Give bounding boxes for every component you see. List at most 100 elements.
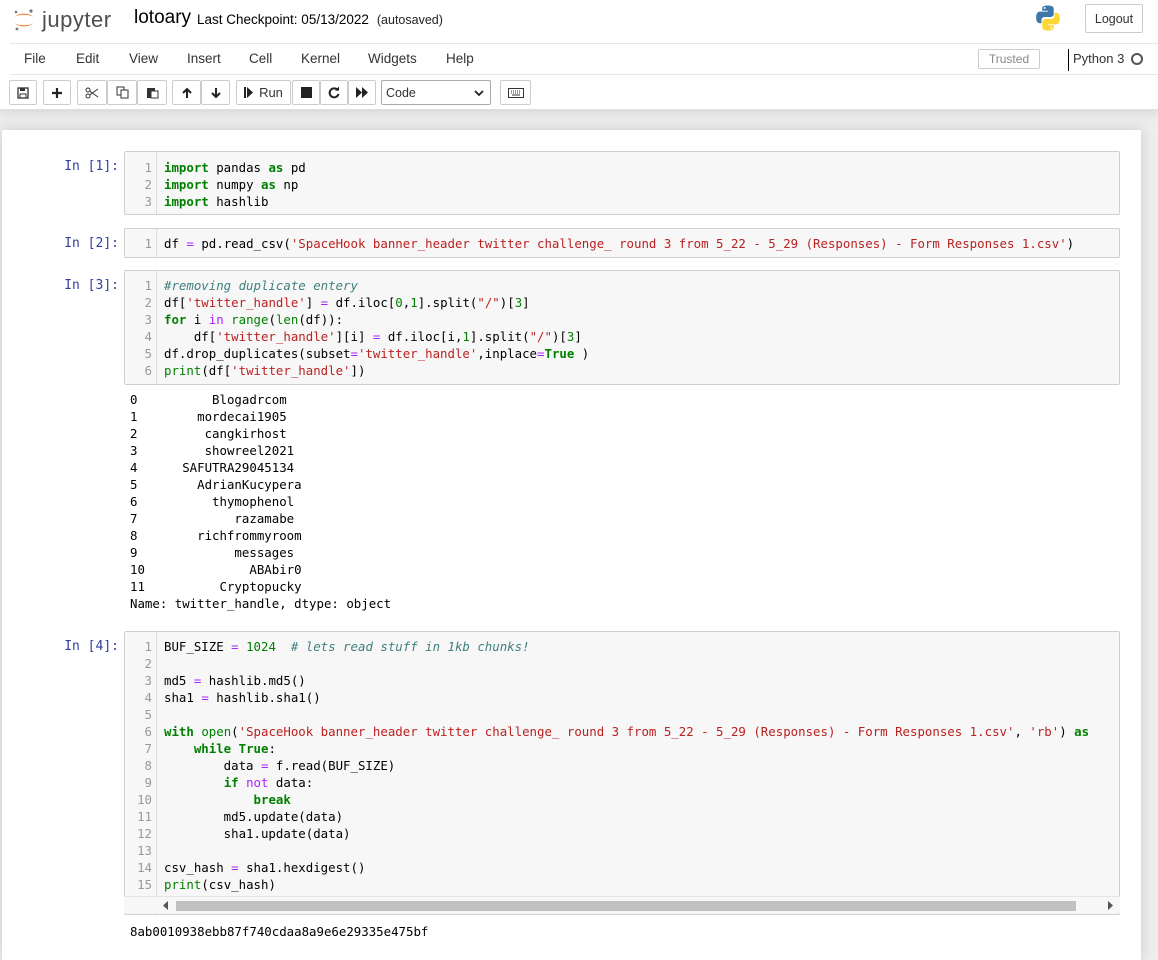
scroll-left-icon[interactable] — [162, 901, 170, 910]
step-forward-icon — [244, 87, 254, 98]
code-line: 7 while True: — [144, 741, 276, 756]
checkpoint-status: Last Checkpoint: 05/13/2022 (autosaved) — [197, 12, 443, 27]
code-line: 2 import numpy as np — [144, 177, 299, 192]
code-editor[interactable]: 1 BUF_SIZE = 1024 # lets read stuff in 1k… — [124, 631, 1120, 915]
logout-button[interactable]: Logout — [1085, 4, 1143, 33]
output-line: 7 razamabe — [130, 511, 295, 526]
code-line: 5 — [144, 707, 152, 722]
keyboard-icon — [507, 87, 524, 98]
output-line: 5 AdrianKucypera — [130, 477, 302, 492]
menubar: File Edit View Insert Cell Kernel Widget… — [10, 43, 1158, 75]
kernel-name[interactable]: Python 3 — [1068, 49, 1124, 71]
code-line: 1 df = pd.read_csv('SpaceHook banner_head… — [144, 236, 1075, 251]
cut-icon — [85, 87, 99, 98]
python-logo-icon — [1036, 5, 1060, 31]
restart-run-all-button[interactable] — [348, 80, 376, 105]
copy-button[interactable] — [107, 80, 137, 105]
autosave-status: (autosaved) — [376, 13, 443, 27]
menu-kernel[interactable]: Kernel — [301, 51, 340, 66]
toolbar: Run Code — [0, 80, 1158, 108]
output-line: 9 messages — [130, 545, 295, 560]
output-line: 2 cangkirhost — [130, 426, 287, 441]
code-line: 9 if not data: — [144, 775, 314, 790]
menu-edit[interactable]: Edit — [76, 51, 99, 66]
save-button[interactable] — [9, 80, 37, 105]
menu-help[interactable]: Help — [446, 51, 474, 66]
code-line: 3 md5 = hashlib.md5() — [144, 673, 306, 688]
code-line: 2 df['twitter_handle'] = df.iloc[0,1].spl… — [144, 295, 530, 310]
run-label: Run — [259, 85, 283, 100]
code-line: 5 df.drop_duplicates(subset='twitter_hand… — [144, 346, 590, 361]
arrow-down-icon — [210, 87, 221, 98]
code-editor[interactable]: 1 import pandas as pd 2 import numpy as np… — [124, 151, 1120, 215]
arrow-up-icon — [181, 87, 192, 98]
move-down-button[interactable] — [201, 80, 230, 105]
code-line: 8 data = f.read(BUF_SIZE) — [144, 758, 396, 773]
code-line: 12 sha1.update(data) — [137, 826, 351, 841]
menu-insert[interactable]: Insert — [187, 51, 221, 66]
scrollbar-thumb[interactable] — [176, 901, 1076, 911]
output-line: 11 Cryptopucky — [130, 579, 302, 594]
horizontal-scrollbar[interactable] — [124, 896, 1120, 913]
input-prompt: In [4]: — [64, 639, 119, 654]
copy-icon — [116, 86, 128, 99]
code-line: 1 BUF_SIZE = 1024 # lets read stuff in 1k… — [144, 639, 530, 654]
code-editor[interactable]: 1 df = pd.read_csv('SpaceHook banner_head… — [124, 228, 1120, 258]
input-prompt: In [3]: — [64, 278, 119, 293]
interrupt-kernel-button[interactable] — [292, 80, 320, 105]
code-line: 15 print(csv_hash) — [137, 877, 276, 892]
trusted-indicator[interactable]: Trusted — [978, 49, 1040, 69]
scroll-right-icon[interactable] — [1106, 901, 1114, 910]
cell-output: 0 Blogadrcom 1 mordecai1905 2 cangkirhost 3… — [130, 391, 391, 612]
output-line: 0 Blogadrcom — [130, 392, 287, 407]
code-line: 6 with open('SpaceHook banner_header twit… — [144, 724, 1090, 739]
code-line: 10 break — [137, 792, 291, 807]
code-line: 6 print(df['twitter_handle']) — [144, 363, 366, 378]
menu-widgets[interactable]: Widgets — [368, 51, 417, 66]
code-editor[interactable]: 1 #removing duplicate entery 2 df['twitter… — [124, 270, 1120, 385]
kernel-idle-icon — [1131, 53, 1143, 65]
output-line: 8 richfrommyroom — [130, 528, 302, 543]
code-line: 13 — [137, 843, 152, 858]
logo-text: jupyter — [42, 7, 112, 32]
output-line: 8ab0010938ebb87f740cdaa8a9e6e29335e475bf — [130, 924, 429, 939]
output-line: 6 thymophenol — [130, 494, 295, 509]
output-line: Name: twitter_handle, dtype: object — [130, 596, 392, 611]
jupyter-logo-icon — [14, 9, 33, 31]
code-line: 1 #removing duplicate entery — [144, 278, 358, 293]
menu-view[interactable]: View — [129, 51, 158, 66]
restart-kernel-button[interactable] — [320, 80, 348, 105]
move-up-button[interactable] — [172, 80, 201, 105]
code-line: 11 md5.update(data) — [137, 809, 344, 824]
code-line: 4 df['twitter_handle'][i] = df.iloc[i,1]… — [144, 329, 582, 344]
menu-file[interactable]: File — [24, 51, 46, 66]
jupyter-logo[interactable]: jupyter — [12, 6, 112, 34]
output-line: 1 mordecai1905 — [130, 409, 287, 424]
input-prompt: In [2]: — [64, 236, 119, 251]
cell-type-select[interactable]: Code — [381, 80, 491, 105]
command-palette-button[interactable] — [500, 80, 531, 105]
output-line: 3 showreel2021 — [130, 443, 295, 458]
code-line: 3 import hashlib — [144, 194, 269, 209]
notebook-header: jupyter lotoary Last Checkpoint: 05/13/2… — [0, 0, 1158, 110]
insert-cell-button[interactable] — [43, 80, 71, 105]
input-prompt: In [1]: — [64, 159, 119, 174]
save-icon — [17, 86, 29, 99]
code-line: 3 for i in range(len(df)): — [144, 312, 344, 327]
paste-button[interactable] — [137, 80, 167, 105]
code-line: 1 import pandas as pd — [144, 160, 306, 175]
cell-type-value: Code — [386, 85, 416, 100]
output-line: 4 SAFUTRA29045134 — [130, 460, 295, 475]
cell-output: 8ab0010938ebb87f740cdaa8a9e6e29335e475bf — [130, 923, 428, 940]
checkpoint-text: Last Checkpoint: 05/13/2022 — [197, 12, 369, 27]
cut-button[interactable] — [77, 80, 107, 105]
fast-forward-icon — [355, 87, 368, 98]
output-line: 10 ABAbir0 — [130, 562, 302, 577]
notebook-name[interactable]: lotoary — [134, 7, 191, 29]
menu-cell[interactable]: Cell — [249, 51, 272, 66]
code-line: 2 — [144, 656, 152, 671]
run-button[interactable]: Run — [236, 80, 291, 105]
stop-icon — [300, 87, 312, 98]
plus-icon — [52, 87, 62, 98]
code-line: 14 csv_hash = sha1.hexdigest() — [137, 860, 366, 875]
